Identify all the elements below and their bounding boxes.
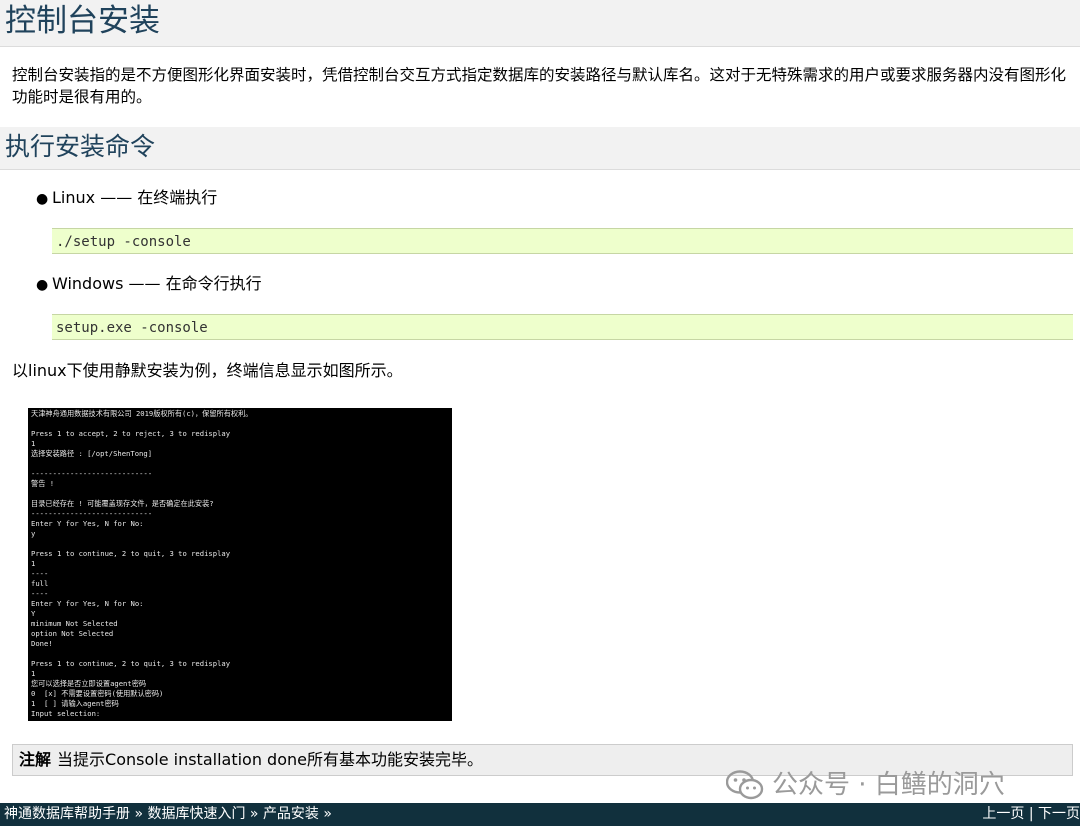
terminal-screenshot: 天津神舟通用数据技术有限公司 2019版权所有(c)，保留所有权利。 Press … xyxy=(28,408,452,721)
breadcrumb-manual-link[interactable]: 神通数据库帮助手册 xyxy=(4,806,130,822)
list-item-label: Linux —— 在终端执行 xyxy=(52,188,218,207)
terminal-line: ---- xyxy=(31,569,49,578)
terminal-line: Press 1 to continue, 2 to quit, 3 to red… xyxy=(31,659,231,668)
code-block-linux[interactable]: ./setup -console xyxy=(52,228,1073,254)
code-block-windows[interactable]: setup.exe -console xyxy=(52,314,1073,340)
bullet-icon: ● xyxy=(36,277,49,293)
page-title: 控制台安装 xyxy=(5,3,160,39)
prev-page-link[interactable]: 上一页 xyxy=(982,806,1024,822)
terminal-line: Input selection: xyxy=(31,709,101,718)
breadcrumb-quickstart-link[interactable]: 数据库快速入门 xyxy=(147,806,245,822)
intro-paragraph: 控制台安装指的是不方便图形化界面安装时，凭借控制台交互方式指定数据库的安装路径与… xyxy=(12,66,1067,106)
terminal-line: ---------------------------- xyxy=(31,509,153,518)
breadcrumb-separator: » xyxy=(130,806,148,822)
terminal-line: minimum Not Selected xyxy=(31,619,118,628)
footer-bar: 神通数据库帮助手册 » 数据库快速入门 » 产品安装 » 上一页 | 下一页 xyxy=(0,803,1080,826)
terminal-line: Done! xyxy=(31,639,53,648)
terminal-line: y xyxy=(31,529,36,538)
terminal-line: 1 xyxy=(31,669,36,678)
terminal-line: option Not Selected xyxy=(31,629,114,638)
note-label: 注解 xyxy=(19,750,52,769)
terminal-line: 1 [ ] 请输入agent密码 xyxy=(31,699,119,708)
terminal-line: 0 [x] 不需要设置密码(使用默认密码) xyxy=(31,689,164,698)
terminal-line: 选择安装路径 : [/opt/ShenTong] xyxy=(31,449,153,458)
terminal-line: ---- xyxy=(31,589,49,598)
list-item-linux: ● Linux —— 在终端执行 xyxy=(36,187,217,210)
terminal-line: 1 xyxy=(31,439,36,448)
terminal-line: Press 1 to accept, 2 to reject, 3 to red… xyxy=(31,429,231,438)
watermark-text: 公众号 · 白鳝的洞穴 xyxy=(772,770,1005,800)
terminal-line: 您可以选择是否立即设置agent密码 xyxy=(31,679,147,688)
terminal-line: Press 1 to continue, 2 to quit, 3 to red… xyxy=(31,549,231,558)
terminal-line: 目录已经存在 ! 可能覆盖现存文件，是否确定在此安装? xyxy=(31,499,214,508)
terminal-line: 天津神舟通用数据技术有限公司 2019版权所有(c)，保留所有权利。 xyxy=(31,409,253,418)
section-title: 执行安装命令 xyxy=(5,132,156,161)
terminal-line: ---------------------------- xyxy=(31,469,153,478)
breadcrumb-separator: » xyxy=(245,806,263,822)
terminal-line: Enter Y for Yes, N for No: xyxy=(31,599,144,608)
terminal-line: full xyxy=(31,579,49,588)
note-text: 当提示Console installation done所有基本功能安装完毕。 xyxy=(57,750,483,769)
list-item-label: Windows —— 在命令行执行 xyxy=(52,274,262,293)
terminal-line: Enter Y for Yes, N for No: xyxy=(31,519,144,528)
wechat-icon xyxy=(725,770,764,800)
watermark: 公众号 · 白鳝的洞穴 xyxy=(725,768,1005,802)
section-header: 执行安装命令 xyxy=(0,127,1080,170)
terminal-line: 警告 ! xyxy=(31,479,55,488)
pager: 上一页 | 下一页 xyxy=(982,803,1080,825)
page-header: 控制台安装 xyxy=(0,0,1080,47)
example-paragraph: 以linux下使用静默安装为例，终端信息显示如图所示。 xyxy=(12,361,403,380)
breadcrumb-install-link[interactable]: 产品安装 xyxy=(263,806,319,822)
list-item-windows: ● Windows —— 在命令行执行 xyxy=(36,273,262,296)
breadcrumb: 神通数据库帮助手册 » 数据库快速入门 » 产品安装 » xyxy=(4,803,332,825)
breadcrumb-separator: » xyxy=(318,806,332,822)
pager-divider: | xyxy=(1024,806,1038,822)
terminal-line: 1 xyxy=(31,559,36,568)
next-page-link[interactable]: 下一页 xyxy=(1038,806,1080,822)
bullet-icon: ● xyxy=(36,191,49,207)
terminal-line: Y xyxy=(31,609,36,618)
